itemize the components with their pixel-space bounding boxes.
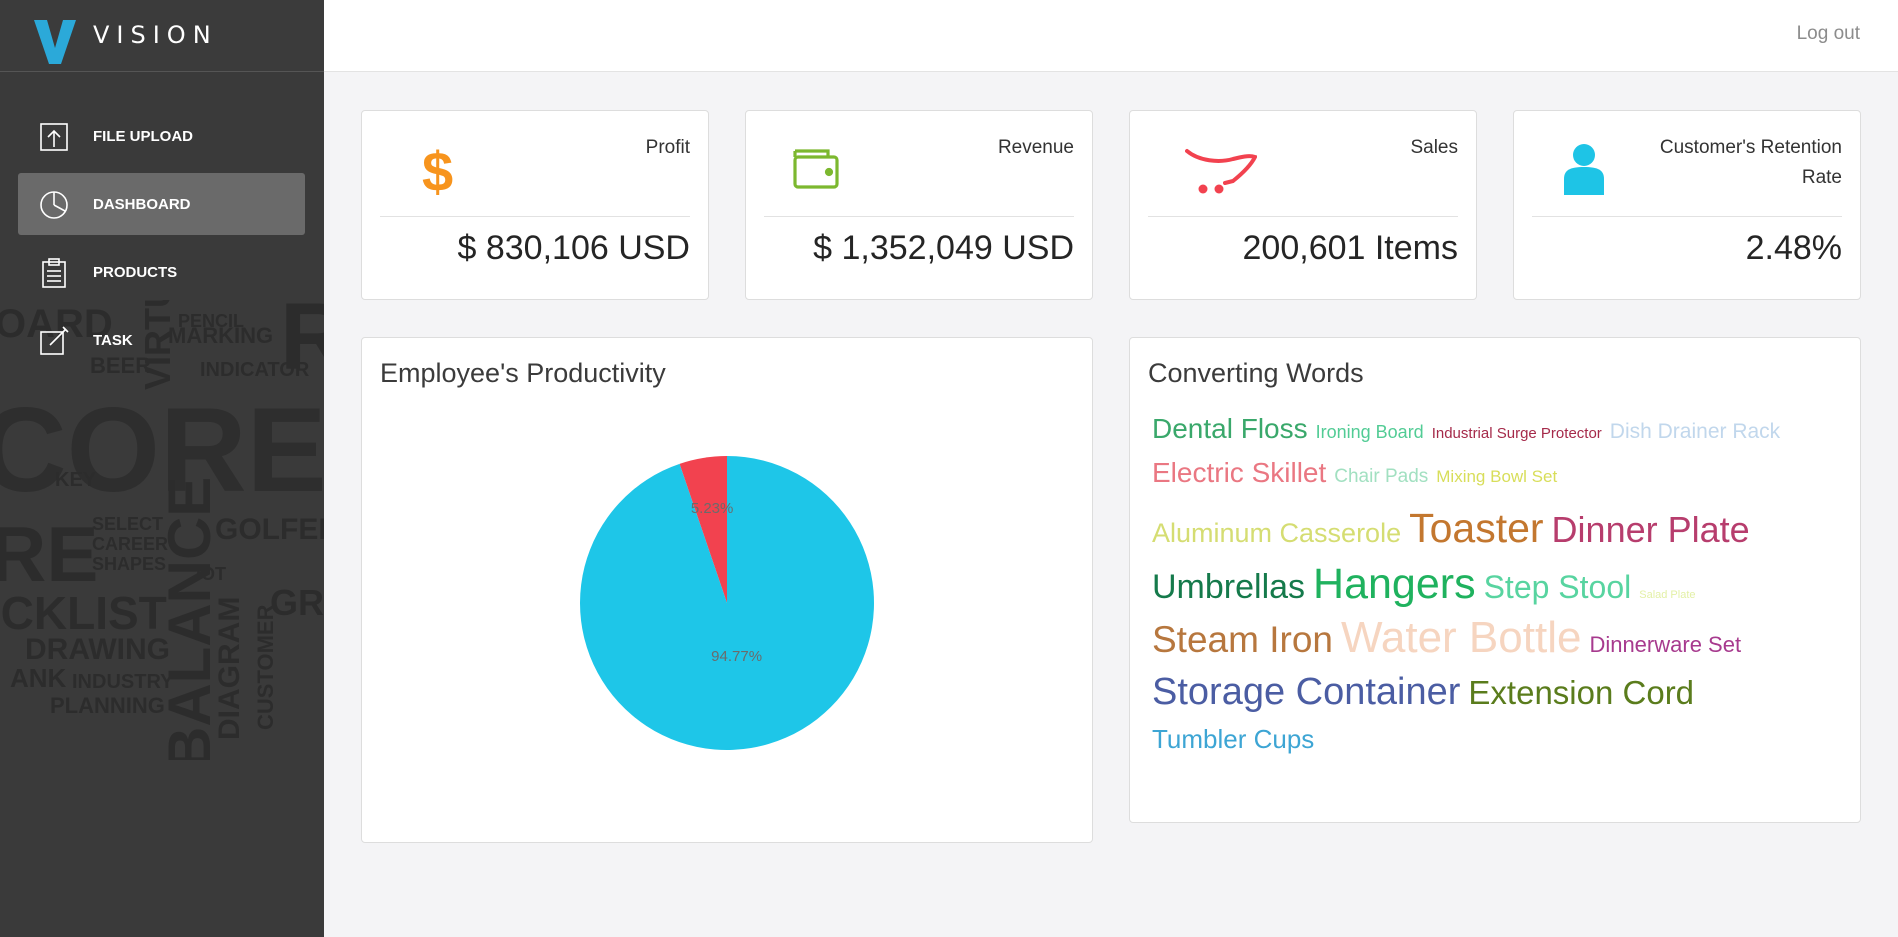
stat-title: Revenue <box>997 137 1074 158</box>
sales-card: Sales 200,601 Items <box>1129 110 1477 300</box>
sidebar-item-label: PRODUCTS <box>93 263 178 281</box>
sidebar-item-products[interactable]: PRODUCTS <box>18 241 305 303</box>
sidebar: COREG RE ECKLIST OARD R GOLFERS DRAWING … <box>0 0 324 937</box>
stat-title: Customer's Retention Rate <box>1659 137 1842 188</box>
brand[interactable]: VISION <box>0 0 324 72</box>
sidebar-item-label: DASHBOARD <box>93 195 191 213</box>
word-cloud-word[interactable]: Tumbler Cups <box>1152 724 1314 755</box>
word-cloud-word[interactable]: Ironing Board <box>1316 422 1424 443</box>
word-cloud-row: Storage Container Extension Cord <box>1152 671 1832 714</box>
word-cloud: Dental Floss Ironing Board Industrial Surg… <box>1152 413 1832 755</box>
dollar-icon: $ <box>422 140 453 197</box>
word-cloud-word[interactable]: Steam Iron <box>1152 619 1333 661</box>
productivity-panel: Employee's Productivity 5.23% 94.77% <box>361 337 1093 843</box>
word-cloud-row: Aluminum Casserole Toaster Dinner Plate <box>1152 505 1832 552</box>
word-cloud-word[interactable]: Salad Plate <box>1639 589 1695 601</box>
pie-slice-label: 94.77% <box>711 648 762 665</box>
pie-chart-svg: 5.23% 94.77% <box>580 456 874 750</box>
stat-value: $ 1,352,049 USD <box>813 229 1074 267</box>
sidebar-item-label: FILE UPLOAD <box>93 127 193 145</box>
word-cloud-word[interactable]: Dish Drainer Rack <box>1610 420 1780 444</box>
cart-icon <box>1185 149 1257 194</box>
profit-card: $ Profit $ 830,106 USD <box>361 110 709 300</box>
stat-title: Sales <box>1410 137 1458 158</box>
top-bar: Log out <box>324 0 1898 72</box>
word-cloud-word[interactable]: Hangers <box>1313 560 1476 609</box>
panel-title: Converting Words <box>1148 358 1364 388</box>
sidebar-item-file-upload[interactable]: FILE UPLOAD <box>18 105 305 167</box>
word-cloud-word[interactable]: Dental Floss <box>1152 413 1308 445</box>
word-cloud-word[interactable]: Dinnerware Set <box>1589 632 1741 658</box>
word-cloud-word[interactable]: Aluminum Casserole <box>1152 518 1401 549</box>
word-cloud-word[interactable]: Storage Container <box>1152 671 1460 714</box>
word-cloud-word[interactable]: Dinner Plate <box>1552 509 1750 551</box>
clipboard-icon <box>42 258 66 288</box>
wallet-icon <box>793 149 839 189</box>
word-cloud-row: Umbrellas Hangers Step Stool Salad Plate <box>1152 560 1832 609</box>
brand-name: VISION <box>93 21 218 49</box>
pie-slice-label: 5.23% <box>691 500 734 517</box>
sidebar-item-task[interactable]: TASK <box>18 309 305 371</box>
stat-value: 2.48% <box>1745 229 1842 267</box>
word-cloud-row: Steam Iron Water Bottle Dinnerware Set <box>1152 613 1832 663</box>
sidebar-item-dashboard[interactable]: DASHBOARD <box>18 173 305 235</box>
retention-card: Customer's Retention Rate 2.48% <box>1513 110 1861 300</box>
vision-logo-icon <box>34 20 76 64</box>
divider <box>380 216 690 217</box>
sidebar-nav: FILE UPLOAD DASHBOARD PRODUCTS TASK <box>18 105 305 377</box>
word-cloud-row: Tumbler Cups <box>1152 724 1832 755</box>
sidebar-item-label: TASK <box>93 331 133 349</box>
stat-title: Profit <box>645 137 690 158</box>
svg-text:$: $ <box>422 140 453 197</box>
word-cloud-word[interactable]: Mixing Bowl Set <box>1436 467 1557 487</box>
divider <box>1148 216 1458 217</box>
upload-icon <box>40 123 68 151</box>
stat-value: 200,601 Items <box>1242 229 1458 267</box>
pie-chart: 5.23% 94.77% <box>577 453 877 753</box>
revenue-card: Revenue $ 1,352,049 USD <box>745 110 1093 300</box>
word-cloud-word[interactable]: Umbrellas <box>1152 568 1305 607</box>
word-cloud-word[interactable]: Industrial Surge Protector <box>1432 425 1602 442</box>
word-cloud-word[interactable]: Extension Cord <box>1468 674 1694 712</box>
word-cloud-row: Dental Floss Ironing Board Industrial Surg… <box>1152 413 1832 445</box>
word-cloud-word[interactable]: Water Bottle <box>1341 613 1581 663</box>
pie-chart-icon <box>40 191 68 219</box>
converting-words-panel: Converting Words Dental Floss Ironing Boa… <box>1129 337 1861 823</box>
word-cloud-word[interactable]: Step Stool <box>1484 569 1632 606</box>
panel-title: Employee's Productivity <box>380 358 666 388</box>
edit-icon <box>40 326 69 355</box>
divider <box>764 216 1074 217</box>
word-cloud-word[interactable]: Chair Pads <box>1334 466 1428 488</box>
stat-value: $ 830,106 USD <box>457 229 691 267</box>
word-cloud-word[interactable]: Electric Skillet <box>1152 457 1326 489</box>
user-icon <box>1564 144 1604 195</box>
logout-link[interactable]: Log out <box>1797 23 1860 45</box>
word-cloud-word[interactable]: Toaster <box>1409 505 1543 552</box>
divider <box>1532 216 1842 217</box>
word-cloud-row: Electric Skillet Chair Pads Mixing Bowl Se… <box>1152 457 1832 489</box>
